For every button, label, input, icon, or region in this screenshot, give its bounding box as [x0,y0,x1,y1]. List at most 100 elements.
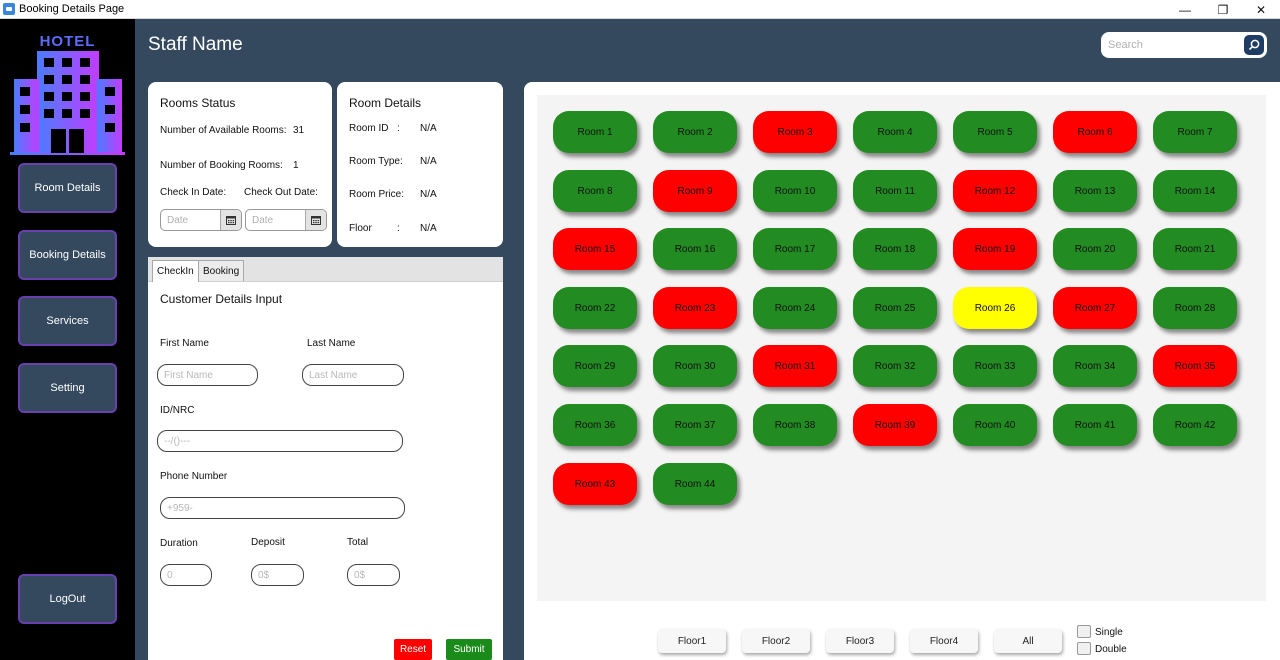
room-button[interactable]: Room 33 [953,345,1037,387]
close-icon[interactable]: ✕ [1242,0,1280,19]
search-input[interactable] [1108,37,1238,53]
total-input[interactable] [347,564,400,586]
room-button[interactable]: Room 4 [853,111,937,153]
room-button[interactable]: Room 38 [753,404,837,446]
room-button[interactable]: Room 10 [753,170,837,212]
room-button[interactable]: Room 24 [753,287,837,329]
floor4-button[interactable]: Floor4 [910,629,978,653]
room-button[interactable]: Room 16 [653,228,737,270]
room-type-label: Room Type: [349,156,403,167]
rooms-status-card: Rooms Status Number of Available Rooms: … [148,82,332,247]
room-button[interactable]: Room 44 [653,463,737,505]
room-price-label: Room Price: [349,189,405,200]
room-button[interactable]: Room 21 [1153,228,1237,270]
room-button[interactable]: Room 34 [1053,345,1137,387]
room-button[interactable]: Room 37 [653,404,737,446]
room-button[interactable]: Room 29 [553,345,637,387]
room-button[interactable]: Room 3 [753,111,837,153]
room-button[interactable]: Room 27 [1053,287,1137,329]
logout-button[interactable]: LogOut [18,574,117,624]
room-button[interactable]: Room 32 [853,345,937,387]
sidebar-item-services[interactable]: Services [18,296,117,346]
checkout-date-placeholder: Date [252,215,274,226]
room-button[interactable]: Room 19 [953,228,1037,270]
double-checkbox[interactable] [1077,642,1091,655]
window-title: Booking Details Page [19,3,125,15]
room-button[interactable]: Room 36 [553,404,637,446]
checkin-date-label: Check In Date: [160,187,227,198]
floor2-button[interactable]: Floor2 [742,629,810,653]
room-button[interactable]: Room 42 [1153,404,1237,446]
room-id-label: Room ID [349,123,389,134]
room-button[interactable]: Room 1 [553,111,637,153]
room-button[interactable]: Room 22 [553,287,637,329]
floor-separator: : [397,223,400,234]
room-button[interactable]: Room 15 [553,228,637,270]
room-button[interactable]: Room 30 [653,345,737,387]
maximize-icon[interactable]: ❐ [1204,0,1242,19]
app-icon [3,3,15,15]
calendar-icon[interactable] [220,210,241,230]
sidebar-item-setting[interactable]: Setting [18,363,117,413]
submit-button[interactable]: Submit [446,639,492,660]
all-floors-button[interactable]: All [994,629,1062,653]
room-button[interactable]: Room 39 [853,404,937,446]
room-button[interactable]: Room 40 [953,404,1037,446]
reset-button[interactable]: Reset [394,639,432,660]
floor1-button[interactable]: Floor1 [658,629,726,653]
room-button[interactable]: Room 18 [853,228,937,270]
room-button[interactable]: Room 2 [653,111,737,153]
room-button[interactable]: Room 9 [653,170,737,212]
room-button[interactable]: Room 12 [953,170,1037,212]
room-details-title: Room Details [349,96,422,110]
room-button[interactable]: Room 28 [1153,287,1237,329]
rooms-status-title: Rooms Status [160,96,236,110]
phone-number-input[interactable] [160,497,405,519]
room-button[interactable]: Room 25 [853,287,937,329]
checkin-date-picker[interactable]: Date [160,209,242,231]
last-name-input[interactable] [302,364,404,386]
duration-input[interactable] [160,564,212,586]
room-button[interactable]: Room 13 [1053,170,1137,212]
room-button[interactable]: Room 11 [853,170,937,212]
room-button[interactable]: Room 35 [1153,345,1237,387]
tab-checkin[interactable]: CheckIn [152,260,199,282]
available-rooms-label: Number of Available Rooms: [160,125,287,136]
calendar-icon[interactable] [305,210,326,230]
room-button[interactable]: Room 20 [1053,228,1137,270]
room-button[interactable]: Room 31 [753,345,837,387]
floor-value: N/A [420,223,437,234]
minimize-icon[interactable]: — [1166,0,1204,19]
sidebar: HOTEL Room Details Booking Details Servi… [0,19,135,660]
room-button[interactable]: Room 7 [1153,111,1237,153]
room-button[interactable]: Room 23 [653,287,737,329]
deposit-input[interactable] [251,564,304,586]
checkin-date-placeholder: Date [167,215,189,226]
booking-rooms-value: 1 [293,160,299,171]
room-button[interactable]: Room 41 [1053,404,1137,446]
room-button[interactable]: Room 5 [953,111,1037,153]
room-button[interactable]: Room 43 [553,463,637,505]
total-label: Total [347,537,369,548]
floor3-button[interactable]: Floor3 [826,629,894,653]
room-price-value: N/A [420,189,437,200]
sidebar-item-booking-details[interactable]: Booking Details [18,230,117,280]
sidebar-item-room-details[interactable]: Room Details [18,163,117,213]
form-tabbar: CheckIn Booking [148,257,503,282]
room-button[interactable]: Room 26 [953,287,1037,329]
room-button[interactable]: Room 8 [553,170,637,212]
window-controls: — ❐ ✕ [1166,0,1280,19]
room-button[interactable]: Room 17 [753,228,837,270]
search-button[interactable] [1244,35,1264,55]
hotel-building-icon [10,51,125,155]
room-button[interactable]: Room 6 [1053,111,1137,153]
id-nrc-input[interactable] [157,430,403,452]
first-name-input[interactable] [157,364,258,386]
checkout-date-picker[interactable]: Date [245,209,327,231]
booking-rooms-label: Number of Booking Rooms: [160,160,283,171]
tab-booking[interactable]: Booking [198,260,245,281]
single-checkbox[interactable] [1077,625,1091,638]
room-button[interactable]: Room 14 [1153,170,1237,212]
hotel-logo: HOTEL [10,33,125,155]
form-title: Customer Details Input [160,292,283,306]
